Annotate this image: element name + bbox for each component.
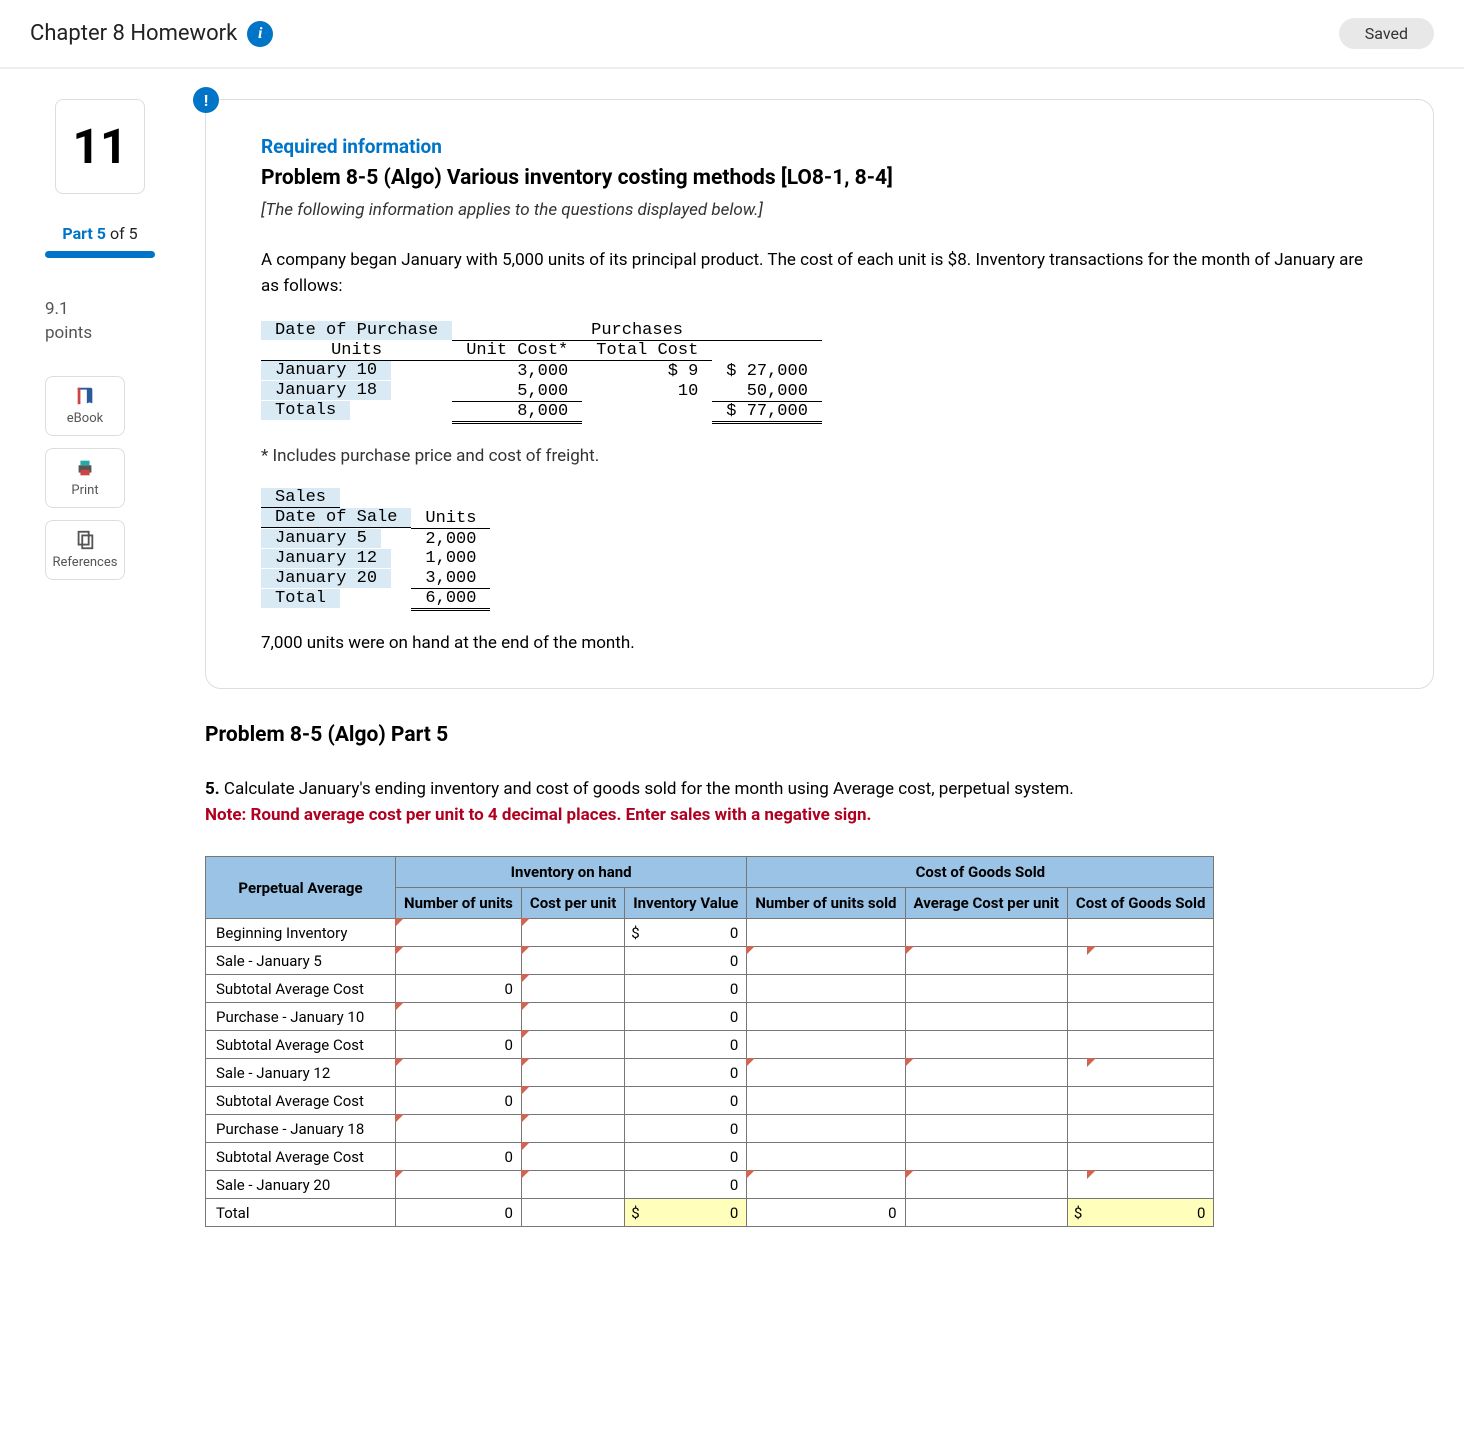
inp-r7-units[interactable]: [455, 1119, 515, 1139]
row-total: Total 0 $0 0 $0: [206, 1199, 1214, 1227]
inp-r5-sold[interactable]: [839, 1063, 899, 1083]
inp-r1-units[interactable]: [455, 951, 515, 971]
inp-r7-cpu[interactable]: [558, 1119, 618, 1139]
copy-icon: [74, 529, 96, 551]
row-beginning: Beginning Inventory $0: [206, 919, 1214, 947]
inp-r8-cpu[interactable]: [558, 1147, 618, 1167]
inp-r1-avg[interactable]: [1001, 951, 1061, 971]
row-sub1: Subtotal Average Cost 0 0: [206, 975, 1214, 1003]
inp-r5-units[interactable]: [455, 1063, 515, 1083]
references-button[interactable]: References: [45, 520, 125, 580]
info-icon[interactable]: i: [247, 21, 273, 47]
inp-r0-cpu[interactable]: [558, 923, 618, 943]
part-indicator: Part 5 of 5: [62, 224, 137, 243]
row-purch-jan10: Purchase - January 10 0: [206, 1003, 1214, 1031]
printer-icon: [74, 457, 96, 479]
inp-r9-sold[interactable]: [839, 1175, 899, 1195]
sales-table: Sales Date of Sale Units January 52,000 …: [261, 488, 1378, 611]
inp-r1-sold[interactable]: [839, 951, 899, 971]
page-title: Chapter 8 Homework: [30, 21, 237, 46]
question-number-card[interactable]: 11: [55, 99, 145, 194]
inp-r5-cogs[interactable]: [1147, 1063, 1207, 1083]
answer-table: Perpetual Average Inventory on hand Cost…: [205, 856, 1434, 1227]
inp-r1-cogs[interactable]: [1147, 951, 1207, 971]
alert-icon: !: [193, 87, 219, 113]
ebook-button[interactable]: eBook: [45, 376, 125, 436]
row-purch-jan18: Purchase - January 18 0: [206, 1115, 1214, 1143]
row-sub2: Subtotal Average Cost 0 0: [206, 1031, 1214, 1059]
header-bar: Chapter 8 Homework i Saved: [0, 0, 1464, 69]
inp-r1-cpu[interactable]: [558, 951, 618, 971]
inp-r0-units[interactable]: [455, 923, 515, 943]
inp-r6-cpu[interactable]: [558, 1091, 618, 1111]
book-icon: [74, 385, 96, 407]
required-heading: Required information: [261, 135, 1378, 158]
inp-r2-cpu[interactable]: [558, 979, 618, 999]
points-display: 9.1points: [30, 298, 170, 346]
row-sale-jan12: Sale - January 12 0: [206, 1059, 1214, 1087]
required-info-card: ! Required information Problem 8-5 (Algo…: [205, 99, 1434, 689]
progress-bar: [45, 251, 155, 258]
instructions: 5. Calculate January's ending inventory …: [205, 777, 1434, 828]
inp-r3-units[interactable]: [455, 1007, 515, 1027]
row-sale-jan20: Sale - January 20 0: [206, 1171, 1214, 1199]
inp-r4-cpu[interactable]: [558, 1035, 618, 1055]
inp-r5-avg[interactable]: [1001, 1063, 1061, 1083]
end-units: 7,000 units were on hand at the end of t…: [261, 633, 1378, 653]
footnote: * Includes purchase price and cost of fr…: [261, 446, 1378, 466]
inp-r3-cpu[interactable]: [558, 1007, 618, 1027]
saved-badge: Saved: [1339, 18, 1434, 49]
row-sale-jan5: Sale - January 5 0: [206, 947, 1214, 975]
sidebar: 11 Part 5 of 5 9.1points eBook Print Ref…: [30, 99, 170, 1227]
inp-r9-cogs[interactable]: [1147, 1175, 1207, 1195]
inp-r5-cpu[interactable]: [558, 1063, 618, 1083]
inp-r9-cpu[interactable]: [558, 1175, 618, 1195]
applies-note: [The following information applies to th…: [261, 200, 1378, 220]
print-button[interactable]: Print: [45, 448, 125, 508]
row-sub3: Subtotal Average Cost 0 0: [206, 1087, 1214, 1115]
row-sub4: Subtotal Average Cost 0 0: [206, 1143, 1214, 1171]
part5-title: Problem 8-5 (Algo) Part 5: [205, 723, 1434, 747]
question-number: 11: [72, 118, 127, 175]
purchases-table: Date of Purchase Purchases Units Unit Co…: [261, 321, 1378, 424]
problem-title: Problem 8-5 (Algo) Various inventory cos…: [261, 166, 1378, 190]
inp-r9-avg[interactable]: [1001, 1175, 1061, 1195]
problem-description: A company began January with 5,000 units…: [261, 248, 1378, 299]
inp-r9-units[interactable]: [455, 1175, 515, 1195]
